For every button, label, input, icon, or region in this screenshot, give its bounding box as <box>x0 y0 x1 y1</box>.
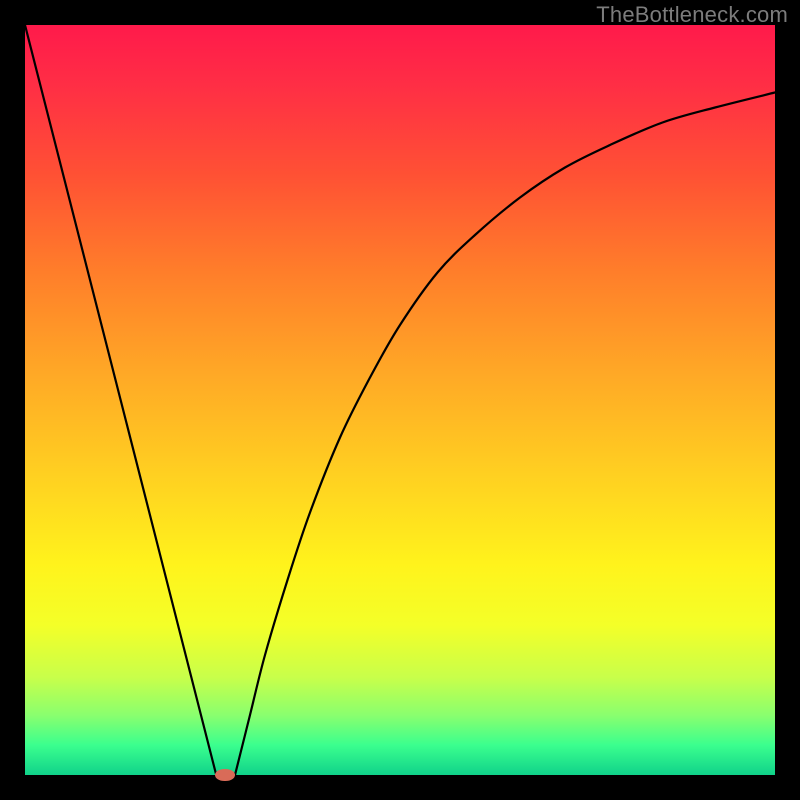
plot-area <box>25 25 775 775</box>
chart-frame: TheBottleneck.com <box>0 0 800 800</box>
curve-path <box>25 25 775 775</box>
watermark-text: TheBottleneck.com <box>596 2 788 28</box>
curve-layer <box>25 25 775 775</box>
min-marker <box>215 769 235 782</box>
